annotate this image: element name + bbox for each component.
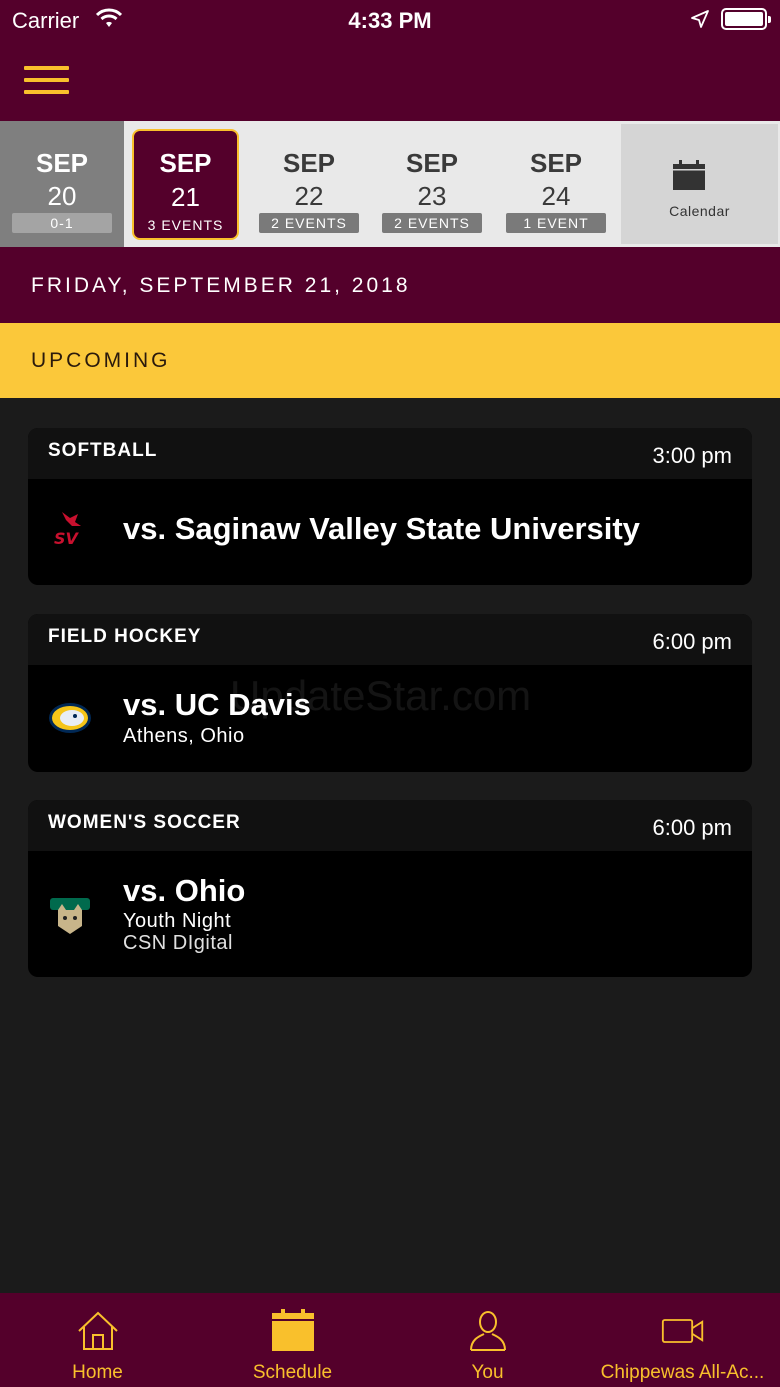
ohio-bobcats-logo-icon: [50, 898, 90, 934]
event-card-header: FIELD HOCKEY 6:00 pm: [28, 614, 752, 665]
video-camera-icon: [661, 1319, 703, 1343]
date-month: SEP: [159, 148, 212, 178]
event-opponent: vs. Ohio: [123, 873, 246, 908]
date-day: 21: [171, 182, 200, 212]
date-item-sep-20[interactable]: SEP 20 0-1: [0, 121, 124, 247]
event-time: 6:00 pm: [652, 815, 733, 840]
event-opponent: vs. Saginaw Valley State University: [123, 511, 640, 546]
date-month: SEP: [35, 148, 89, 178]
date-badge: 2 EVENTS: [259, 213, 359, 233]
calendar-icon: [673, 160, 705, 190]
tab-label: Chippewas All-Ac...: [600, 1362, 765, 1383]
tab-bar: Home Schedule You Chippewas All-Ac...: [0, 1293, 780, 1387]
event-note: Youth Night: [123, 910, 232, 932]
home-icon: [77, 1311, 118, 1350]
event-card-womens-soccer[interactable]: WOMEN'S SOCCER 6:00 pm vs. Ohio Youth Ni…: [28, 800, 752, 977]
calendar-label: Calendar: [669, 203, 730, 219]
tab-schedule[interactable]: Schedule: [195, 1293, 390, 1387]
date-strip: SEP 20 0-1 SEP 21 3 EVENTS SEP 22 2 EVEN…: [0, 121, 780, 247]
event-opponent: vs. UC Davis: [123, 687, 311, 722]
location-arrow-icon: [691, 10, 709, 28]
clock: 4:33 PM: [348, 8, 432, 33]
saginaw-valley-logo-icon: SV: [54, 512, 81, 548]
battery-icon: [721, 8, 771, 30]
tab-label: You: [471, 1362, 504, 1383]
event-card-header: WOMEN'S SOCCER 6:00 pm: [28, 800, 752, 851]
calendar-icon: [271, 1309, 314, 1351]
tab-home[interactable]: Home: [0, 1293, 195, 1387]
event-card-field-hockey[interactable]: FIELD HOCKEY 6:00 pm vs. UC Davis Athens…: [28, 614, 752, 772]
event-sport: FIELD HOCKEY: [48, 626, 202, 647]
date-day: 20: [47, 181, 77, 211]
date-item-sep-24[interactable]: SEP 24 1 EVENT: [501, 121, 611, 247]
nav-bar: [0, 42, 780, 121]
status-bar: Carrier 4:33 PM: [0, 0, 780, 42]
person-icon: [469, 1311, 506, 1351]
date-badge: 1 EVENT: [506, 213, 606, 233]
tab-label: Home: [72, 1362, 123, 1383]
event-time: 3:00 pm: [652, 443, 733, 468]
section-header-upcoming: UPCOMING: [0, 323, 780, 398]
selected-date-heading: FRIDAY, SEPTEMBER 21, 2018: [0, 247, 780, 323]
calendar-button[interactable]: Calendar: [621, 124, 778, 244]
event-card-header: SOFTBALL 3:00 pm: [28, 428, 752, 479]
event-time: 6:00 pm: [652, 629, 733, 654]
date-item-sep-21[interactable]: SEP 21 3 EVENTS: [132, 129, 239, 240]
tab-chippewas-all-access[interactable]: Chippewas All-Ac...: [585, 1293, 780, 1387]
event-card-softball[interactable]: SOFTBALL 3:00 pm SV vs. Saginaw Valley S…: [28, 428, 752, 585]
date-day: 23: [417, 181, 447, 211]
date-badge: 3 EVENTS: [147, 217, 224, 233]
svg-text:SV: SV: [54, 529, 80, 548]
date-item-sep-23[interactable]: SEP 23 2 EVENTS: [377, 121, 487, 247]
date-month: SEP: [529, 148, 583, 178]
date-badge: 2 EVENTS: [382, 213, 482, 233]
date-day: 22: [294, 181, 324, 211]
event-broadcast: CSN DIgital: [123, 932, 233, 954]
app-screen: Carrier 4:33 PM SEP 20 0-1 SEP 21 3 EVEN…: [0, 0, 780, 1387]
tab-label: Schedule: [252, 1362, 333, 1383]
event-sport: WOMEN'S SOCCER: [48, 812, 241, 833]
date-item-sep-22[interactable]: SEP 22 2 EVENTS: [254, 121, 364, 247]
tab-you[interactable]: You: [390, 1293, 585, 1387]
event-sport: SOFTBALL: [48, 440, 158, 461]
date-badge: 0-1: [12, 213, 112, 233]
date-month: SEP: [282, 148, 336, 178]
hamburger-menu-icon[interactable]: [24, 66, 69, 96]
date-day: 24: [541, 181, 571, 211]
date-month: SEP: [405, 148, 459, 178]
uc-davis-logo-icon: [49, 703, 91, 733]
event-location: Athens, Ohio: [123, 725, 245, 747]
